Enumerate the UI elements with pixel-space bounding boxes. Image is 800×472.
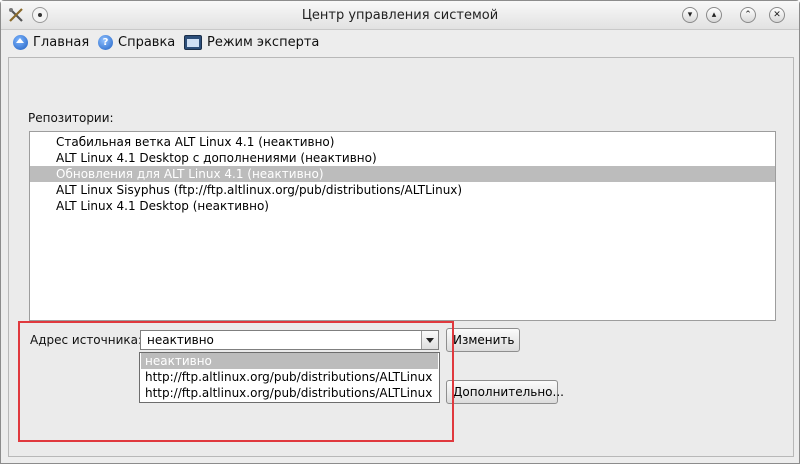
annotation-highlight	[18, 321, 454, 442]
list-item[interactable]: ALT Linux 4.1 Desktop (неактивно)	[30, 198, 775, 214]
help-button[interactable]: ? Справка	[98, 33, 175, 51]
change-button[interactable]: Изменить	[446, 328, 520, 352]
repositories-label: Репозитории:	[28, 111, 114, 125]
home-icon	[13, 34, 28, 50]
control-center-window: Центр управления системой ▾ ▴ ⌃ ✕ Главна…	[0, 0, 800, 464]
list-item[interactable]: Стабильная ветка ALT Linux 4.1 (неактивн…	[30, 134, 775, 150]
help-label: Справка	[118, 34, 176, 50]
list-item-selected[interactable]: Обновления для ALT Linux 4.1 (неактивно)	[30, 166, 775, 182]
expert-mode-icon	[184, 34, 202, 50]
home-label: Главная	[33, 34, 90, 50]
title-bar: Центр управления системой ▾ ▴ ⌃ ✕	[1, 1, 799, 30]
list-item[interactable]: ALT Linux Sisyphus (ftp://ftp.altlinux.o…	[30, 182, 775, 198]
maximize-button[interactable]: ⌃	[740, 7, 756, 23]
toolbar: Главная ? Справка Режим эксперта	[1, 30, 799, 54]
repositories-list[interactable]: Стабильная ветка ALT Linux 4.1 (неактивн…	[29, 131, 776, 321]
help-icon: ?	[98, 34, 113, 50]
expert-mode-label: Режим эксперта	[207, 34, 320, 50]
window-title: Центр управления системой	[301, 8, 499, 23]
more-button[interactable]: Дополнительно...	[446, 380, 564, 404]
shade-up-button[interactable]: ▴	[706, 7, 722, 23]
close-button[interactable]: ✕	[769, 7, 785, 23]
expert-mode-button[interactable]: Режим эксперта	[184, 33, 319, 51]
list-item[interactable]: ALT Linux 4.1 Desktop с дополнениями (не…	[30, 150, 775, 166]
home-button[interactable]: Главная	[13, 33, 89, 51]
shade-down-button[interactable]: ▾	[682, 7, 698, 23]
